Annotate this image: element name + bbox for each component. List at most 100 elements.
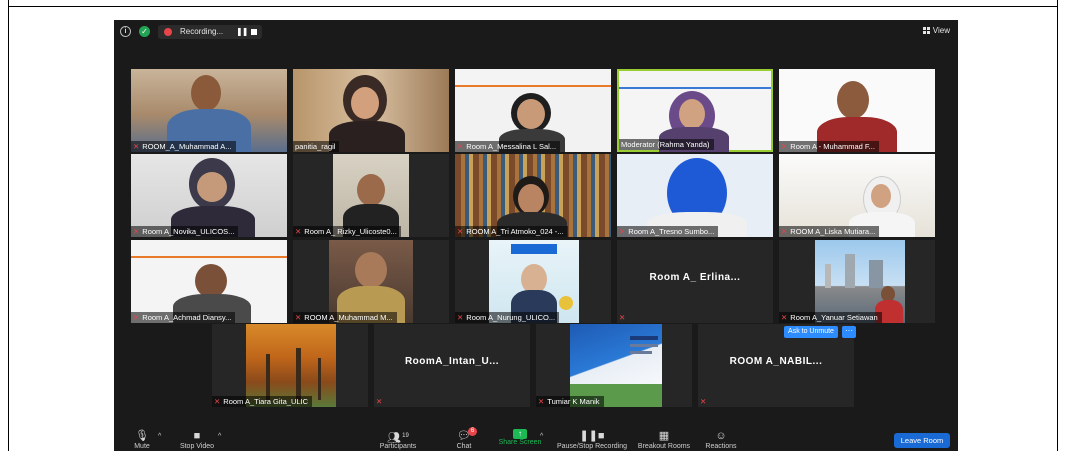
virtual-background-banner [619, 71, 771, 89]
mic-muted-icon: ✕ [295, 227, 302, 236]
mic-muted-icon: ✕ [457, 227, 464, 236]
mic-muted-icon: ✕ [781, 313, 788, 322]
mic-muted-icon: ✕ [781, 142, 788, 151]
participants-icon: 👥︎19 [387, 432, 409, 444]
video-tile[interactable]: ✕ Room A_Novika_ULICOS... [131, 154, 287, 237]
pause-stop-recording-button[interactable]: ❚❚■ Pause/Stop Recording [554, 425, 630, 450]
virtual-background-banner [131, 240, 287, 258]
video-tile-active-speaker[interactable]: Moderator (Rahma Yanda) [617, 69, 773, 152]
pause-stop-icon: ❚❚■ [579, 430, 605, 442]
participant-name: panitia_ragil [293, 141, 340, 152]
video-tile[interactable]: ✕ ROOM_A_Muhammad A... [131, 69, 287, 152]
mic-muted-icon: ✕ [133, 313, 140, 322]
mic-muted-icon: ✕ [538, 397, 545, 406]
participant-name: ✕ ROOM A_Liska Mutiara... [779, 226, 880, 237]
mic-muted-icon: ✕ [376, 397, 383, 406]
video-tile-camera-off[interactable]: Room A_ Erlina... ✕ [617, 240, 773, 323]
video-feed [617, 154, 773, 237]
participant-name: ✕ Room A_ Rizky_Ulicoste0... [293, 226, 401, 237]
mic-muted-icon: ✕ [133, 227, 140, 236]
video-feed [131, 240, 287, 323]
mute-options-chevron-icon[interactable]: ^ [158, 433, 161, 440]
video-tile[interactable]: ✕ Room A_Yanuar Setiawan [779, 240, 935, 323]
participant-name: ✕ Tumiar K Manik [536, 396, 604, 407]
video-tile[interactable]: ✕ Room A_Achmad Diansy... [131, 240, 287, 323]
video-feed [455, 154, 611, 237]
participants-button[interactable]: 👥︎19 Participants [376, 425, 420, 450]
mic-muted-icon: ✕ [619, 227, 626, 236]
participant-display-name: RoomA_Intan_U... [404, 356, 500, 367]
participant-name: ✕ ROOM_A_Muhammad A... [131, 141, 236, 152]
video-options-chevron-icon[interactable]: ^ [218, 433, 221, 440]
ask-to-unmute-button[interactable]: Ask to Unmute [784, 326, 838, 338]
video-feed [570, 324, 662, 407]
leave-room-button[interactable]: Leave Room [894, 433, 950, 448]
stop-recording-icon[interactable] [251, 29, 257, 35]
video-tile[interactable]: ✕ ROOM A_Liska Mutiara... [779, 154, 935, 237]
view-button[interactable]: View [922, 26, 950, 35]
breakout-rooms-icon: ▦ [658, 430, 670, 442]
mic-muted-icon: ✕ [457, 142, 464, 151]
chat-unread-badge: 6 [468, 427, 477, 436]
stop-video-button[interactable]: ■ Stop Video [178, 425, 216, 450]
view-label: View [932, 26, 950, 35]
video-tile[interactable]: ✕ Room A - Muhammad F... [779, 69, 935, 152]
video-feed [131, 154, 287, 237]
participant-name: ✕ Room A_Achmad Diansy... [131, 312, 236, 323]
reactions-icon: ☺︎ [715, 430, 727, 442]
video-tile[interactable]: ✕ Room A_Tiara Gita_ULIC [212, 324, 368, 407]
video-feed [131, 69, 287, 152]
shield-icon[interactable]: ✓ [139, 26, 150, 37]
mic-muted-icon: ✕ [214, 397, 221, 406]
grid-view-icon [922, 27, 930, 34]
share-options-chevron-icon[interactable]: ^ [540, 433, 543, 440]
meeting-top-bar: i ✓ Recording... ❚❚ View [114, 20, 958, 44]
participant-name: ✕ Room A_Yanuar Setiawan [779, 312, 882, 323]
video-tile[interactable]: ✕ Tumiar K Manik [536, 324, 692, 407]
share-screen-icon: ↑ [513, 429, 527, 439]
video-tile[interactable]: ✕ ROOM A_Muhammad M... [293, 240, 449, 323]
video-feed [293, 69, 449, 152]
video-feed [489, 240, 579, 323]
video-tile[interactable]: ✕ Room A_Messalina L Sal... [455, 69, 611, 152]
meeting-toolbar: 🎙︎ Mute ^ ■ Stop Video ^ 👥︎19 Participan… [114, 425, 958, 451]
mic-muted-icon: ✕ [781, 227, 788, 236]
video-tile-camera-off[interactable]: RoomA_Intan_U... ✕ [374, 324, 530, 407]
more-options-button[interactable]: ··· [842, 326, 856, 338]
participant-name: ✕ Room A - Muhammad F... [779, 141, 879, 152]
zoom-meeting-window: i ✓ Recording... ❚❚ View ✕ ROOM_A_Muhamma… [114, 20, 958, 451]
video-tile[interactable]: ✕ Room A_ Rizky_Ulicoste0... [293, 154, 449, 237]
participant-name: ✕ Room A_Nurung_ULICO... [455, 312, 560, 323]
recording-indicator: Recording... ❚❚ [158, 25, 262, 39]
mic-muted-icon: ✕ [457, 313, 464, 322]
mic-muted-icon: ✕ [295, 313, 302, 322]
recording-label: Recording... [180, 27, 224, 36]
participant-name-muted: ✕ [374, 396, 389, 407]
frame-top-border [8, 6, 1058, 7]
virtual-background-banner [455, 69, 611, 87]
video-tile[interactable]: ✕ Room A_Tresno Sumbo... [617, 154, 773, 237]
participant-name: Moderator (Rahma Yanda) [619, 139, 714, 150]
video-tile[interactable]: ✕ Room A_Nurung_ULICO... [455, 240, 611, 323]
mute-button[interactable]: 🎙︎ Mute [130, 425, 154, 450]
share-screen-button[interactable]: ↑ Share Screen [494, 425, 546, 446]
participant-name-muted: ✕ [698, 396, 713, 407]
participant-name-muted: ✕ [617, 312, 632, 323]
mic-muted-icon: ✕ [133, 142, 140, 151]
participant-display-name: Room A_ Erlina... [649, 272, 741, 283]
breakout-rooms-button[interactable]: ▦ Breakout Rooms [636, 425, 692, 450]
video-feed [779, 69, 935, 152]
info-icon[interactable]: i [120, 26, 131, 37]
reactions-button[interactable]: ☺︎ Reactions [704, 425, 738, 450]
pause-recording-icon[interactable]: ❚❚ [236, 26, 248, 38]
participant-name: ✕ Room A_Tresno Sumbo... [617, 226, 719, 237]
video-tile[interactable]: panitia_ragil [293, 69, 449, 152]
mic-muted-icon: ✕ [700, 397, 707, 406]
video-feed [815, 240, 905, 323]
participant-name: ✕ ROOM A_Tri Atmoko_024 -... [455, 226, 568, 237]
participant-name: ✕ Room A_Messalina L Sal... [455, 141, 561, 152]
frame-left-border [8, 0, 9, 451]
participant-display-name: ROOM A_NABIL... [729, 356, 823, 367]
participant-name: ✕ Room A_Tiara Gita_ULIC [212, 396, 313, 407]
video-tile[interactable]: ✕ ROOM A_Tri Atmoko_024 -... [455, 154, 611, 237]
